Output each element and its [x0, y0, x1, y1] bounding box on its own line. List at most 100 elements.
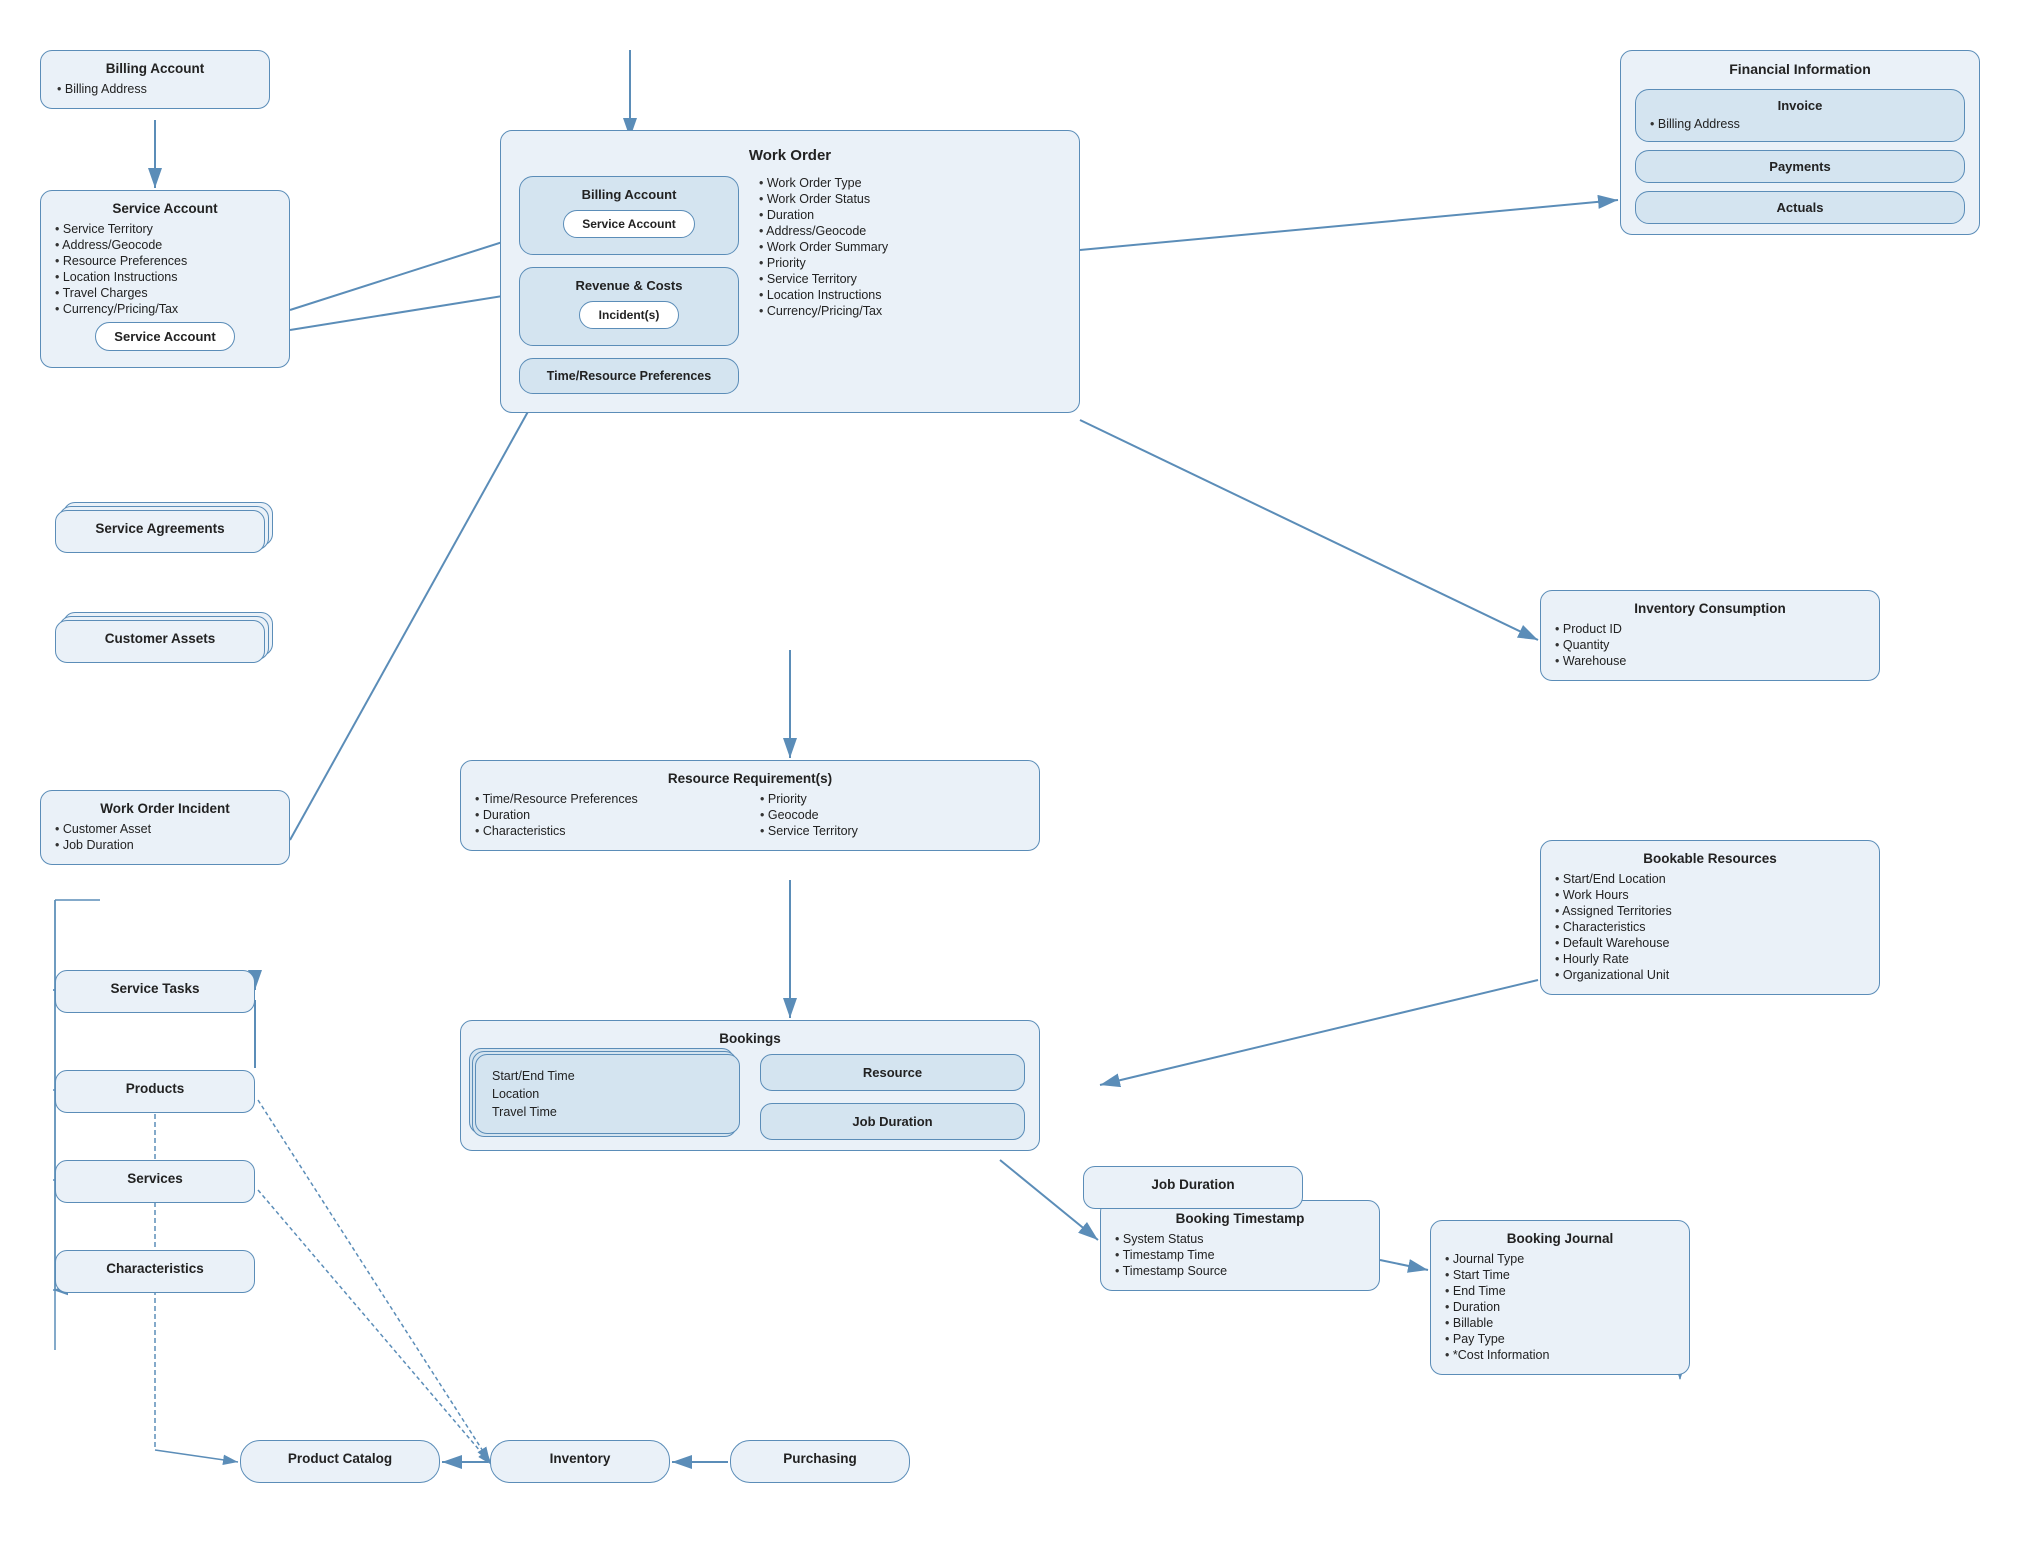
resource-req-list1: Time/Resource Preferences Duration Chara…	[475, 792, 740, 838]
rr-c2-2: Service Territory	[760, 824, 1025, 838]
inventory-box: Inventory	[490, 1440, 670, 1483]
bookings-box: Bookings Start/End Time Location Travel …	[460, 1020, 1040, 1151]
services-title: Services	[72, 1171, 238, 1186]
woi-item-1: Job Duration	[55, 838, 275, 852]
bj-item-0: Journal Type	[1445, 1252, 1675, 1266]
wo-item-8: Currency/Pricing/Tax	[759, 304, 1061, 318]
wo-service-account-inner: Service Account	[563, 210, 695, 238]
inventory-consumption-list: Product ID Quantity Warehouse	[1555, 622, 1865, 668]
service-account-list: Service Territory Address/Geocode Resour…	[55, 222, 275, 316]
sa-item-1: Address/Geocode	[55, 238, 275, 252]
br-item-3: Characteristics	[1555, 920, 1865, 934]
wo-time-resource-title: Time/Resource Preferences	[534, 369, 724, 383]
bj-item-4: Billable	[1445, 1316, 1675, 1330]
characteristics-left-box: Characteristics	[55, 1250, 255, 1293]
bt-item-1: Timestamp Time	[1115, 1248, 1365, 1262]
br-item-2: Assigned Territories	[1555, 904, 1865, 918]
billing-account-top-list: Billing Address	[57, 82, 253, 96]
resource-req-cols: Time/Resource Preferences Duration Chara…	[475, 792, 1025, 840]
br-item-6: Organizational Unit	[1555, 968, 1865, 982]
wo-billing-account-inner-title: Billing Account	[534, 187, 724, 202]
bookings-job-duration-title: Job Duration	[777, 1114, 1008, 1129]
purchasing-box: Purchasing	[730, 1440, 910, 1483]
bookings-left-item-1: Location	[492, 1087, 723, 1101]
br-item-0: Start/End Location	[1555, 872, 1865, 886]
service-agreements-box: Service Agreements	[55, 510, 265, 553]
sa-item-4: Travel Charges	[55, 286, 275, 300]
inventory-title: Inventory	[507, 1451, 653, 1466]
purchasing-title: Purchasing	[747, 1451, 893, 1466]
customer-assets-container: Customer Assets	[55, 620, 265, 663]
booking-journal-list: Journal Type Start Time End Time Duratio…	[1445, 1252, 1675, 1362]
job-duration-standalone-box: Job Duration	[1083, 1166, 1303, 1209]
products-title: Products	[72, 1081, 238, 1096]
br-item-5: Hourly Rate	[1555, 952, 1865, 966]
wo-item-7: Location Instructions	[759, 288, 1061, 302]
service-account-title: Service Account	[55, 201, 275, 216]
billing-account-top-title: Billing Account	[57, 61, 253, 76]
booking-journal-title: Booking Journal	[1445, 1231, 1675, 1246]
bookable-resources-box: Bookable Resources Start/End Location Wo…	[1540, 840, 1880, 995]
service-agreements-container: Service Agreements	[55, 510, 265, 553]
sa-item-2: Resource Preferences	[55, 254, 275, 268]
bj-item-3: Duration	[1445, 1300, 1675, 1314]
resource-req-box: Resource Requirement(s) Time/Resource Pr…	[460, 760, 1040, 851]
sa-item-0: Service Territory	[55, 222, 275, 236]
invoice-title: Invoice	[1650, 98, 1950, 113]
diagram: Billing Account Billing Address Service …	[0, 0, 2034, 1551]
work-order-incident-list: Customer Asset Job Duration	[55, 822, 275, 852]
actuals-title: Actuals	[1650, 200, 1950, 215]
bj-item-1: Start Time	[1445, 1268, 1675, 1282]
wo-item-1: Work Order Status	[759, 192, 1061, 206]
woi-item-0: Customer Asset	[55, 822, 275, 836]
customer-assets-title: Customer Assets	[72, 631, 248, 646]
resource-req-col2: Priority Geocode Service Territory	[760, 792, 1025, 840]
resource-req-col1: Time/Resource Preferences Duration Chara…	[475, 792, 740, 840]
invoice-billing-address: Billing Address	[1650, 117, 1950, 131]
work-order-incident-title: Work Order Incident	[55, 801, 275, 816]
bt-item-2: Timestamp Source	[1115, 1264, 1365, 1278]
resource-req-list2: Priority Geocode Service Territory	[760, 792, 1025, 838]
wo-item-6: Service Territory	[759, 272, 1061, 286]
work-order-incident-box: Work Order Incident Customer Asset Job D…	[40, 790, 290, 865]
financial-info-box: Financial Information Invoice Billing Ad…	[1620, 50, 1980, 235]
wo-item-5: Priority	[759, 256, 1061, 270]
characteristics-left-title: Characteristics	[72, 1261, 238, 1276]
br-item-4: Default Warehouse	[1555, 936, 1865, 950]
wo-item-4: Work Order Summary	[759, 240, 1061, 254]
invoice-list: Billing Address	[1650, 117, 1950, 131]
booking-timestamp-title: Booking Timestamp	[1115, 1211, 1365, 1226]
customer-assets-box: Customer Assets	[55, 620, 265, 663]
ic-item-0: Product ID	[1555, 622, 1865, 636]
work-order-list: Work Order Type Work Order Status Durati…	[759, 176, 1061, 318]
work-order-title: Work Order	[519, 147, 1061, 164]
payments-title: Payments	[1650, 159, 1950, 174]
rr-c2-1: Geocode	[760, 808, 1025, 822]
ic-item-2: Warehouse	[1555, 654, 1865, 668]
billing-address-item: Billing Address	[57, 82, 253, 96]
bookable-resources-list: Start/End Location Work Hours Assigned T…	[1555, 872, 1865, 982]
bookings-resource-title: Resource	[777, 1065, 1008, 1080]
rr-c1-0: Time/Resource Preferences	[475, 792, 740, 806]
bookings-left-item-0: Start/End Time	[492, 1069, 723, 1083]
bookable-resources-title: Bookable Resources	[1555, 851, 1865, 866]
sa-item-5: Currency/Pricing/Tax	[55, 302, 275, 316]
wo-item-0: Work Order Type	[759, 176, 1061, 190]
bj-item-6: *Cost Information	[1445, 1348, 1675, 1362]
sa-item-3: Location Instructions	[55, 270, 275, 284]
wo-item-3: Address/Geocode	[759, 224, 1061, 238]
rr-c1-2: Characteristics	[475, 824, 740, 838]
service-tasks-box: Service Tasks	[55, 970, 255, 1013]
financial-info-title: Financial Information	[1635, 61, 1965, 77]
rr-c2-0: Priority	[760, 792, 1025, 806]
product-catalog-title: Product Catalog	[257, 1451, 423, 1466]
booking-timestamp-list: System Status Timestamp Time Timestamp S…	[1115, 1232, 1365, 1278]
billing-account-top-box: Billing Account Billing Address	[40, 50, 270, 109]
wo-revenue-costs-title: Revenue & Costs	[534, 278, 724, 293]
services-box: Services	[55, 1160, 255, 1203]
products-box: Products	[55, 1070, 255, 1113]
product-catalog-box: Product Catalog	[240, 1440, 440, 1483]
resource-req-title: Resource Requirement(s)	[475, 771, 1025, 786]
service-account-inner: Service Account	[95, 322, 234, 351]
bt-item-0: System Status	[1115, 1232, 1365, 1246]
